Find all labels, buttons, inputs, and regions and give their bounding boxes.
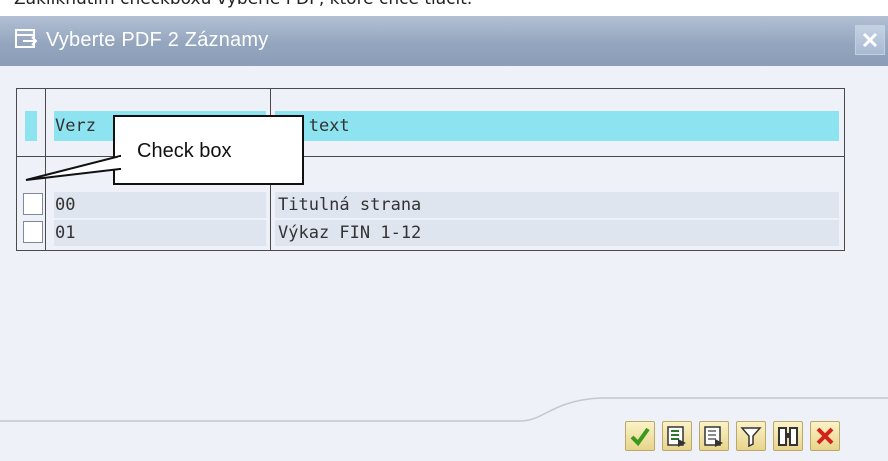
select-pdf-dialog: Vyberte PDF 2 Záznamy Verz hý text 00 Ti… [0, 16, 888, 461]
binoculars-icon [778, 427, 798, 446]
deselect-all-button[interactable] [699, 421, 729, 451]
page-caption: Zakliknutím checkboxu vyberie PDF, ktoré… [0, 0, 888, 16]
checkmark-icon [630, 427, 650, 447]
filter-icon [740, 427, 762, 447]
confirm-button[interactable] [625, 421, 655, 451]
deselect-all-icon [704, 426, 723, 447]
page-caption-text: Zakliknutím checkboxu vyberie PDF, ktoré… [14, 0, 472, 9]
cancel-button[interactable] [810, 421, 840, 451]
filter-button[interactable] [736, 421, 766, 451]
select-all-button[interactable] [662, 421, 692, 451]
toolbar-divider [0, 397, 888, 422]
find-button[interactable] [773, 421, 803, 451]
select-all-icon [667, 426, 686, 447]
cancel-icon [816, 427, 834, 445]
